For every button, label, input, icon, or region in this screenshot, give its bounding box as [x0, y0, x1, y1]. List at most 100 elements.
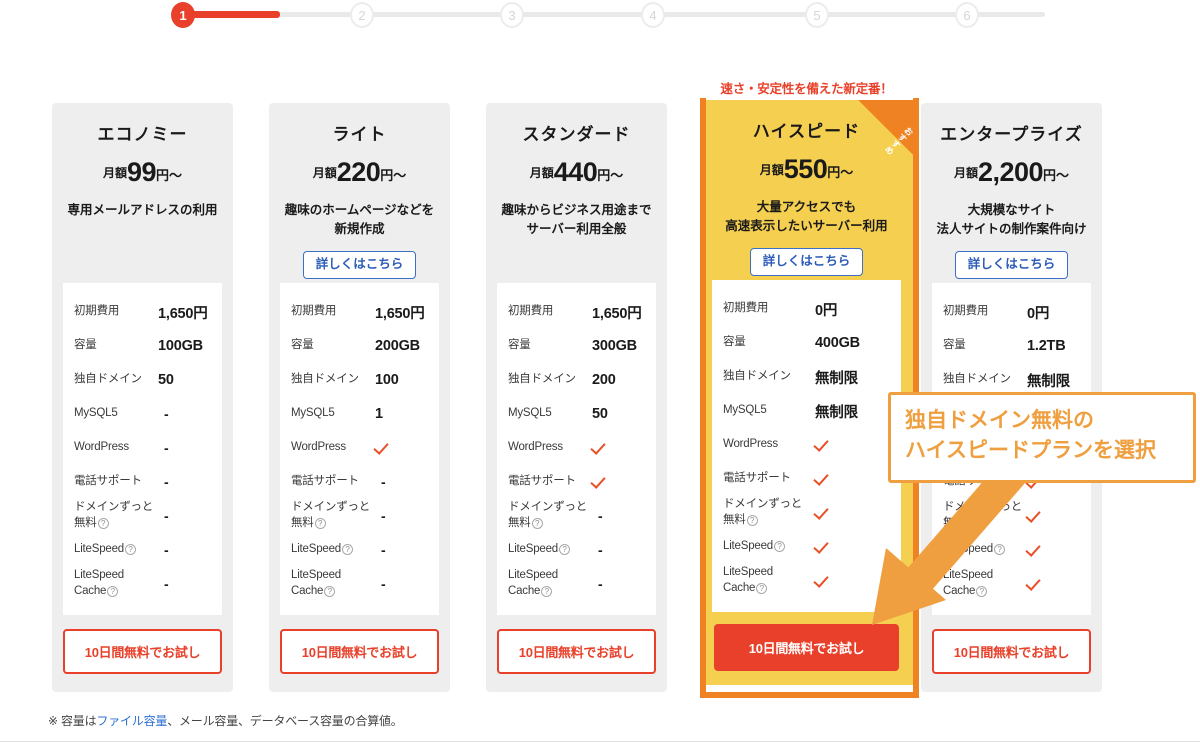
feature-label: 電話サポート [508, 475, 576, 488]
feature-row: WordPress - [63, 431, 222, 465]
promo-tagline: 速さ・安定性を備えた新定番！ [720, 82, 893, 96]
help-icon[interactable]: ? [976, 586, 988, 597]
help-icon[interactable]: ? [125, 544, 136, 556]
feature-row: 初期費用 1,650円 [63, 295, 222, 329]
help-icon[interactable]: ? [342, 544, 353, 556]
feature-row: LiteSpeed Cache? - [280, 567, 439, 601]
feature-label: 容量 [291, 339, 314, 352]
price-suffix: 円～ [827, 165, 854, 181]
plan-card-1: エコノミー 月額99円～ 専用メールアドレスの利用 初期費用 1,650円 容量 100GB… [52, 103, 233, 692]
price-prefix: 月額 [953, 166, 978, 181]
help-icon[interactable]: ? [324, 586, 336, 597]
feature-label: LiteSpeed Cache? [723, 566, 773, 594]
feature-value: - [598, 542, 603, 558]
help-icon[interactable]: ? [774, 541, 785, 553]
help-icon[interactable]: ? [531, 518, 543, 529]
feature-value: 無制限 [815, 370, 858, 387]
help-icon[interactable]: ? [107, 586, 119, 597]
plan-detail-button[interactable]: 詳しくはこちら [954, 250, 1069, 279]
check-icon [592, 474, 609, 487]
feature-value [815, 573, 890, 590]
feature-row: WordPress [280, 431, 439, 465]
feature-value: 1 [375, 406, 383, 422]
check-icon [815, 437, 832, 450]
step-indicator-3[interactable]: 3 [500, 2, 524, 28]
price-prefix: 月額 [102, 166, 127, 181]
help-icon[interactable]: ? [746, 515, 758, 526]
feature-row: 容量 200GB [280, 329, 439, 363]
help-icon[interactable]: ? [559, 544, 570, 556]
feature-value: 100GB [158, 338, 203, 354]
feature-value: - [164, 406, 169, 422]
feature-row: ドメインずっと 無料? [712, 496, 901, 530]
step-indicator-2[interactable]: 2 [350, 2, 374, 28]
price-suffix: 円～ [597, 168, 624, 184]
feature-panel-wrap: 初期費用 0円 容量 400GB 独自ドメイン 無制限 MySQL5 無制限 WordPress… [700, 280, 913, 612]
feature-value: - [381, 542, 386, 558]
plan-detail-button[interactable]: 詳しくはこちら [302, 250, 417, 279]
free-trial-button[interactable]: 10日間無料でお試し [280, 629, 439, 674]
feature-value: 1,650円 [375, 305, 425, 322]
step-indicator-6[interactable]: 6 [955, 2, 979, 28]
bottom-divider [0, 741, 1200, 742]
feature-label: 初期費用 [723, 302, 769, 315]
feature-label: 独自ドメイン [943, 373, 1011, 386]
help-icon[interactable]: ? [314, 518, 326, 529]
footnote-link[interactable]: ファイル容量 [96, 714, 167, 728]
feature-panel-wrap: 初期費用 1,650円 容量 100GB 独自ドメイン 50 MySQL5- WordPres… [52, 283, 233, 615]
feature-row: 容量 100GB [63, 329, 222, 363]
plan-card-header: おすすめ ハイスピード 月額550円～ 大量アクセスでも 高速表示したいサーバー利用 詳し… [700, 100, 913, 280]
feature-label: 容量 [508, 339, 531, 352]
free-trial-button[interactable]: 10日間無料でお試し [63, 629, 222, 674]
free-trial-button[interactable]: 10日間無料でお試し [714, 624, 899, 671]
check-icon [815, 539, 832, 552]
plan-detail-button[interactable]: 詳しくはこちら [749, 247, 864, 276]
check-icon [815, 471, 832, 484]
feature-table: 初期費用 0円 容量 400GB 独自ドメイン 無制限 MySQL5 無制限 WordPress… [712, 280, 901, 612]
cta-wrap: 10日間無料でお試し [269, 615, 450, 692]
feature-row: LiteSpeed Cache? [932, 567, 1091, 601]
feature-value [815, 437, 890, 454]
step-indicator-1[interactable]: 1 [171, 2, 195, 28]
free-trial-button[interactable]: 10日間無料でお試し [497, 629, 656, 674]
feature-label: ドメインずっと 無料? [943, 501, 1023, 529]
step-indicator-4[interactable]: 4 [641, 2, 665, 28]
feature-label: 初期費用 [74, 305, 120, 318]
help-icon[interactable]: ? [97, 518, 109, 529]
feature-label: 電話サポート [291, 475, 359, 488]
step-indicator-5[interactable]: 5 [805, 2, 829, 28]
feature-value: 100 [375, 372, 399, 388]
help-icon[interactable]: ? [994, 544, 1005, 556]
feature-label: LiteSpeed Cache? [508, 569, 558, 597]
feature-label: 初期費用 [291, 305, 337, 318]
check-icon [1027, 542, 1044, 555]
feature-label: 初期費用 [943, 305, 989, 318]
feature-value: 1,650円 [158, 305, 208, 322]
help-icon[interactable]: ? [756, 583, 768, 594]
feature-row: 電話サポート [712, 462, 901, 496]
feature-row: 電話サポート [497, 465, 656, 499]
feature-label: WordPress [291, 441, 346, 454]
feature-value: 無制限 [1027, 373, 1070, 390]
feature-row: 初期費用 1,650円 [497, 295, 656, 329]
cta-wrap: 10日間無料でお試し [486, 615, 667, 692]
plan-card-3: スタンダード 月額440円～ 趣味からビジネス用途まで サーバー利用全般 初期費用 1,6… [486, 103, 667, 692]
step-progress-bar: 1 2 3 4 5 6 [0, 0, 1200, 30]
plan-comparison-grid: エコノミー 月額99円～ 専用メールアドレスの利用 初期費用 1,650円 容量 100GB… [0, 78, 1200, 698]
check-icon [592, 440, 609, 453]
feature-value: 0円 [815, 302, 838, 319]
feature-table: 初期費用 1,650円 容量 300GB 独自ドメイン 200 MySQL5 50 WordPr… [497, 283, 656, 615]
feature-panel-wrap: 初期費用 1,650円 容量 300GB 独自ドメイン 200 MySQL5 50 WordPr… [486, 283, 667, 615]
check-icon [1027, 576, 1044, 589]
feature-label: MySQL5 [723, 404, 767, 417]
plan-name: エンタープライズ [940, 125, 1083, 144]
feature-value: 50 [592, 406, 608, 422]
plan-price: 月額2,200円～ [931, 157, 1092, 188]
help-icon[interactable]: ? [966, 518, 978, 529]
feature-value: - [381, 576, 386, 592]
feature-value [1027, 508, 1080, 525]
help-icon[interactable]: ? [541, 586, 553, 597]
feature-row: MySQL5 - [63, 397, 222, 431]
free-trial-button[interactable]: 10日間無料でお試し [932, 629, 1091, 674]
feature-row: LiteSpeed? - [63, 533, 222, 567]
